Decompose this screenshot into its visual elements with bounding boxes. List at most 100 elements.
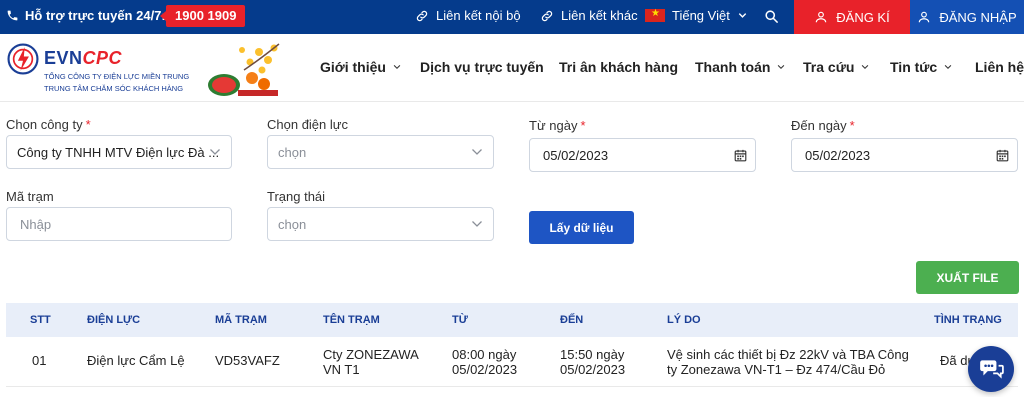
company-select[interactable]: Công ty TNHH MTV Điện lực Đà ... [6, 135, 232, 169]
station-code-input[interactable]: Nhập [6, 207, 232, 241]
chat-support-icon [980, 360, 1004, 379]
from-date-label: Từ ngày * [529, 118, 586, 133]
cell-to-line1: 15:50 ngày [560, 347, 625, 362]
nav-online-services[interactable]: Dịch vụ trực tuyến [420, 59, 544, 75]
station-code-placeholder: Nhập [20, 216, 52, 232]
cell-stt: 01 [32, 353, 47, 368]
station-code-label: Mã trạm [6, 189, 54, 204]
cell-to-line2: 05/02/2023 [560, 362, 626, 377]
to-date-label-text: Đến ngày [791, 118, 847, 133]
cell-reason: Vệ sinh các thiết bị Đz 22kV và TBA Công… [667, 347, 909, 377]
required-mark: * [849, 118, 855, 133]
column-header-reason: LÝ DO [667, 314, 701, 326]
internal-links-label: Liên kết nội bộ [436, 8, 521, 23]
nav-contact[interactable]: Liên hệ [975, 59, 1024, 75]
link-icon [541, 10, 553, 21]
cell-station-name: Cty ZONEZAWA VN T1 [323, 347, 419, 377]
logo-brand-cpc: CPC [82, 48, 123, 68]
company-label-text: Chọn công ty [6, 117, 83, 132]
nav-payment[interactable]: Thanh toán [695, 59, 786, 75]
logo-brand: EVNCPC [44, 48, 122, 69]
chevron-down-icon [778, 64, 785, 69]
power-company-select[interactable]: chọn [267, 135, 494, 169]
user-icon [919, 11, 930, 23]
table-row: 01 Điện lực Cẩm Lệ VD53VAFZ Cty ZONEZAWA… [6, 337, 1018, 387]
to-date-input[interactable]: 05/02/2023 [791, 138, 1018, 172]
column-header-station-code: MÃ TRẠM [215, 314, 267, 326]
logo-center-name: TRUNG TÂM CHĂM SÓC KHÁCH HÀNG [44, 84, 184, 93]
phone-icon [7, 10, 18, 21]
login-button[interactable]: ĐĂNG NHẬP [910, 0, 1024, 34]
chevron-down-icon [944, 64, 952, 69]
chevron-down-icon [393, 64, 401, 69]
hotline-label: Hỗ trợ trực tuyến 24/7: [6, 8, 166, 23]
chevron-down-icon [862, 64, 869, 69]
register-label: ĐĂNG KÍ [836, 9, 890, 25]
nav-contact-label: Liên hệ [975, 59, 1024, 75]
other-links-label: Liên kết khác [561, 8, 638, 23]
calendar-icon[interactable] [996, 149, 1009, 162]
nav-customer-appreciation-label: Tri ân khách hàng [559, 59, 679, 75]
cell-station-name-line2: VN T1 [323, 362, 360, 377]
nav-payment-label: Thanh toán [695, 59, 771, 75]
nav-customer-appreciation[interactable]: Tri ân khách hàng [559, 59, 678, 75]
nav-about[interactable]: Giới thiệu [320, 59, 402, 75]
status-select-value: chọn [278, 216, 307, 232]
chevron-down-icon [738, 13, 747, 18]
login-label: ĐĂNG NHẬP [939, 9, 1017, 25]
language-selector[interactable]: Tiếng Việt [645, 8, 748, 23]
evn-logo-icon [7, 43, 39, 75]
from-date-input[interactable]: 05/02/2023 [529, 138, 756, 172]
support-chat-button[interactable] [968, 346, 1014, 392]
top-bar: Hỗ trợ trực tuyến 24/7: 1900 1909 Liên k… [0, 0, 1024, 34]
nav-online-services-label: Dịch vụ trực tuyến [420, 59, 544, 75]
cell-reason-line2: ty Zonezawa VN-T1 – Đz 474/Cầu Đỏ [667, 362, 886, 377]
nav-about-label: Giới thiệu [320, 59, 386, 75]
required-mark: * [85, 117, 91, 132]
cell-from-line2: 05/02/2023 [452, 362, 518, 377]
export-file-button[interactable]: XUẤT FILE [916, 261, 1019, 294]
status-label: Trạng thái [267, 189, 326, 204]
nav-news[interactable]: Tin tức [890, 59, 953, 75]
other-links-link[interactable]: Liên kết khác [540, 8, 638, 23]
cell-from: 08:00 ngày 05/02/2023 [452, 347, 517, 377]
logo-brand-evn: EVN [44, 48, 83, 68]
to-date-label: Đến ngày * [791, 118, 855, 133]
column-header-from: TỪ [452, 314, 468, 326]
vietnam-flag-icon [645, 8, 665, 22]
nav-lookup-label: Tra cứu [803, 59, 855, 75]
to-date-value: 05/02/2023 [805, 147, 871, 163]
company-select-value: Công ty TNHH MTV Điện lực Đà ... [17, 144, 220, 160]
required-mark: * [580, 118, 586, 133]
nav-news-label: Tin tức [890, 59, 938, 75]
language-label: Tiếng Việt [672, 8, 730, 23]
column-header-station-name: TÊN TRẠM [323, 314, 380, 326]
register-button[interactable]: ĐĂNG KÍ [794, 0, 910, 34]
company-label: Chọn công ty * [6, 117, 91, 132]
power-company-select-value: chọn [278, 144, 307, 160]
column-header-power-company: ĐIỆN LỰC [87, 314, 141, 326]
from-date-value: 05/02/2023 [543, 147, 609, 163]
cell-reason-line1: Vệ sinh các thiết bị Đz 22kV và TBA Công [667, 347, 909, 362]
column-header-to: ĐẾN [560, 314, 584, 326]
column-header-stt: STT [30, 314, 51, 326]
tet-decoration-image [208, 43, 280, 96]
chevron-down-icon [472, 149, 482, 155]
table-header: STT ĐIỆN LỰC MÃ TRẠM TÊN TRẠM TỪ ĐẾN LÝ … [6, 303, 1018, 337]
fetch-data-button[interactable]: Lấy dữ liệu [529, 211, 634, 244]
chevron-down-icon [472, 221, 482, 227]
hotline-number[interactable]: 1900 1909 [159, 5, 246, 27]
column-header-status: TÌNH TRẠNG [934, 314, 1002, 326]
cell-from-line1: 08:00 ngày [452, 347, 517, 362]
nav-lookup[interactable]: Tra cứu [803, 59, 870, 75]
status-select[interactable]: chọn [267, 207, 494, 241]
search-icon[interactable] [764, 9, 779, 24]
cell-station-name-line1: Cty ZONEZAWA [323, 347, 419, 362]
hotline-label-text: Hỗ trợ trực tuyến 24/7: [25, 8, 166, 23]
site-header: EVNCPC TỔNG CÔNG TY ĐIỆN LỰC MIỀN TRUNG … [0, 34, 1024, 102]
logo-company-name: TỔNG CÔNG TY ĐIỆN LỰC MIỀN TRUNG [44, 72, 190, 81]
calendar-icon[interactable] [734, 149, 747, 162]
user-icon [816, 11, 827, 23]
internal-links-link[interactable]: Liên kết nội bộ [415, 8, 521, 23]
evncpc-logo[interactable]: EVNCPC TỔNG CÔNG TY ĐIỆN LỰC MIỀN TRUNG … [6, 40, 206, 100]
